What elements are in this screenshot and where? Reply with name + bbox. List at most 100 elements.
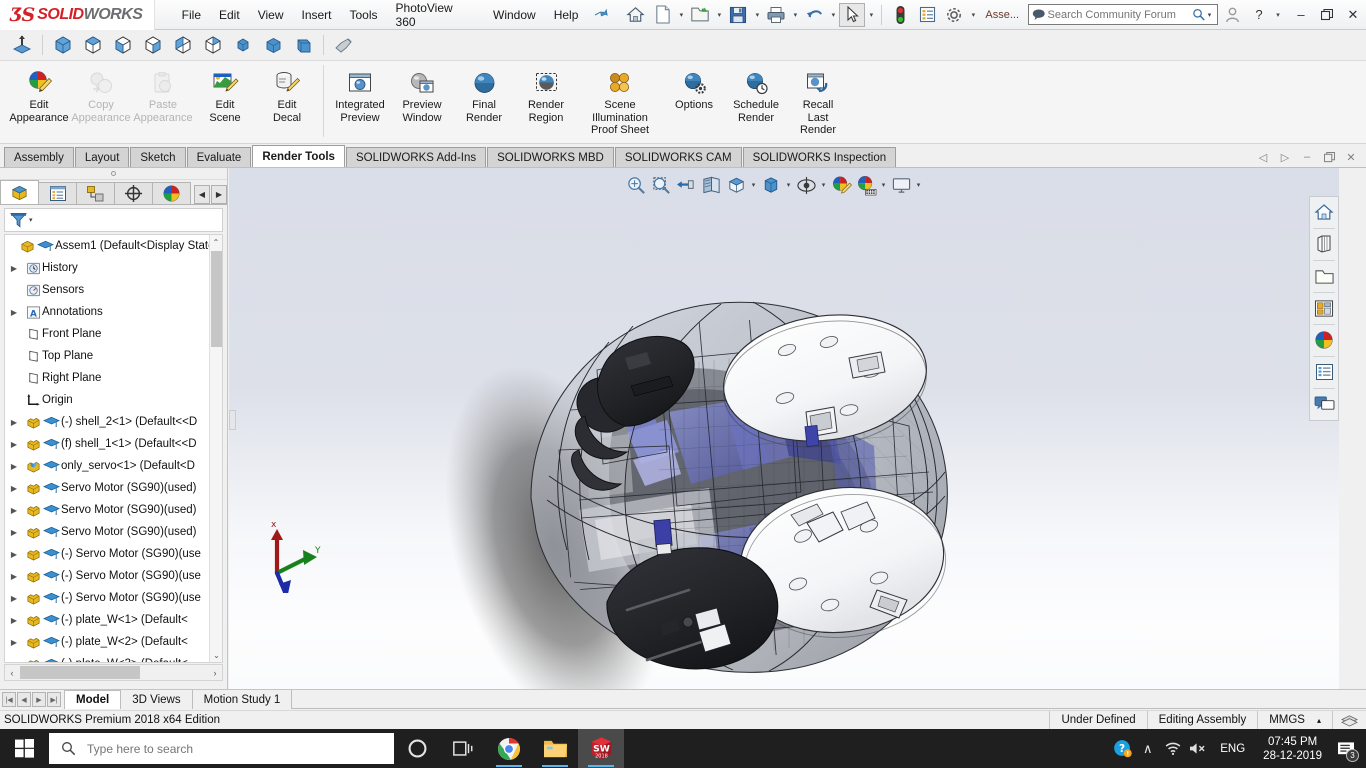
tree-vertical-scrollbar[interactable]: ⌃ ⌄ (209, 235, 222, 662)
feature-tree[interactable]: Assem1 (Default<Display State ▶ History Sen… (4, 234, 223, 663)
menu-help[interactable]: Help (545, 4, 588, 26)
windows-start-icon[interactable] (0, 729, 48, 768)
wireframe-view-4-icon[interactable] (169, 32, 197, 58)
expand-arrow-icon[interactable]: ▶ (7, 572, 21, 581)
tab-layout[interactable]: Layout (74, 147, 130, 167)
menu-window[interactable]: Window (484, 4, 545, 26)
chrome-icon[interactable] (486, 729, 532, 768)
tab-render-tools[interactable]: Render Tools (252, 145, 345, 167)
print-caret-icon[interactable]: ▾ (790, 11, 800, 19)
open-caret-icon[interactable]: ▾ (714, 11, 724, 19)
doc-restore-icon[interactable] (1318, 147, 1340, 167)
view-home-icon[interactable] (1311, 199, 1337, 225)
display-style-caret-icon[interactable]: ▾ (784, 181, 793, 189)
view-settings-caret-icon[interactable]: ▾ (914, 181, 923, 189)
tree-scroll-down-icon[interactable]: ⌄ (210, 648, 222, 662)
graphics-viewport[interactable]: ▾ ▾ ▾ ▾ ▾ x Y z (229, 168, 1339, 689)
hide-show-caret-icon[interactable]: ▾ (819, 181, 828, 189)
tree-node[interactable]: Top Plane (5, 345, 222, 367)
recall-last-render-button[interactable]: Recall Last Render (787, 65, 849, 137)
expand-arrow-icon[interactable]: ▶ (7, 462, 21, 471)
display-manager-tab[interactable] (152, 182, 191, 204)
appearance-sphere-icon[interactable] (1311, 327, 1337, 353)
user-account-icon[interactable] (1219, 3, 1245, 27)
tab-3d-views[interactable]: 3D Views (121, 690, 193, 709)
units-selector[interactable]: MMGS ▴ (1257, 710, 1332, 730)
edit-appearance-icon[interactable] (829, 173, 853, 197)
feature-manager-tab[interactable] (0, 180, 39, 204)
units-caret-icon[interactable]: ▴ (1317, 716, 1321, 725)
tree-node[interactable]: ▶ A Annotations (5, 301, 222, 323)
tree-scroll-up-icon[interactable]: ⌃ (210, 235, 222, 249)
apply-scene-caret-icon[interactable]: ▾ (879, 181, 888, 189)
tree-node[interactable]: ▶ (-) shell_2<1> (Default<<D (5, 411, 222, 433)
cortana-icon[interactable] (394, 729, 440, 768)
tree-node[interactable]: ▶ Servo Motor (SG90)(used) (5, 477, 222, 499)
minimize-button[interactable]: – (1288, 2, 1314, 28)
tree-hscroll-right-icon[interactable]: › (208, 668, 222, 678)
expand-arrow-icon[interactable]: ▶ (7, 638, 21, 647)
expand-arrow-icon[interactable]: ▶ (7, 484, 21, 493)
chevron-up-icon[interactable]: ∧ (1135, 729, 1160, 768)
menu-file[interactable]: File (173, 4, 210, 26)
search-caret-icon[interactable]: ▾ (1205, 11, 1214, 19)
wireframe-view-2-icon[interactable] (109, 32, 137, 58)
tree-node[interactable]: ▶ (-) Servo Motor (SG90)(use (5, 543, 222, 565)
tab-evaluate[interactable]: Evaluate (186, 147, 252, 167)
tree-node[interactable]: Assem1 (Default<Display State (5, 235, 222, 257)
previous-view-icon[interactable] (674, 173, 698, 197)
configuration-manager-tab[interactable] (76, 182, 115, 204)
final-render-button[interactable]: Final Render (453, 65, 515, 124)
taskbar-search-input[interactable] (85, 740, 394, 757)
panel-drag-handle[interactable] (0, 168, 227, 180)
expand-arrow-icon[interactable]: ▶ (7, 660, 21, 663)
help-button[interactable]: ? (1246, 2, 1272, 28)
menu-photoview-360[interactable]: PhotoView 360 (387, 0, 484, 33)
expand-arrow-icon[interactable]: ▶ (7, 616, 21, 625)
taskbar-search-box[interactable] (49, 733, 394, 764)
tree-horizontal-scrollbar[interactable]: ‹ › (4, 664, 223, 681)
gear-icon[interactable] (941, 3, 967, 27)
tree-node[interactable]: ▶ (-) Servo Motor (SG90)(use (5, 587, 222, 609)
custom-properties-icon[interactable] (1311, 359, 1337, 385)
pushpin-icon[interactable] (592, 4, 612, 25)
wireframe-view-3-icon[interactable] (139, 32, 167, 58)
rebuild-icon[interactable] (887, 3, 913, 27)
tab-assembly[interactable]: Assembly (4, 147, 74, 167)
expand-arrow-icon[interactable]: ▶ (7, 506, 21, 515)
zoom-to-fit-icon[interactable] (624, 173, 648, 197)
open-folder-icon[interactable] (1311, 263, 1337, 289)
select-caret-icon[interactable]: ▾ (866, 11, 876, 19)
menu-view[interactable]: View (249, 4, 293, 26)
view-orientation-caret-icon[interactable]: ▾ (749, 181, 758, 189)
tab-next-icon[interactable]: ▶ (32, 692, 46, 707)
restore-button[interactable] (1314, 2, 1340, 28)
language-indicator[interactable]: ENG (1210, 743, 1255, 755)
expand-arrow-icon[interactable]: ▶ (7, 418, 21, 427)
layers-icon[interactable] (1332, 710, 1366, 730)
schedule-render-button[interactable]: Schedule Render (725, 65, 787, 124)
tab-sketch[interactable]: Sketch (130, 147, 186, 167)
tab-motion-study-1[interactable]: Motion Study 1 (193, 690, 293, 709)
section-view-icon[interactable] (699, 173, 723, 197)
tree-node[interactable]: Front Plane (5, 323, 222, 345)
tree-filter-bar[interactable]: ▾ (4, 208, 223, 232)
undo-icon[interactable] (801, 3, 827, 27)
render-region-button[interactable]: Render Region (515, 65, 577, 124)
tree-node[interactable]: ▶ (-) Servo Motor (SG90)(use (5, 565, 222, 587)
tree-node[interactable]: ▶ (f) shell_1<1> (Default<<D (5, 433, 222, 455)
filter-caret-icon[interactable]: ▾ (29, 216, 33, 224)
expand-arrow-icon[interactable]: ▶ (7, 528, 21, 537)
3d-model-assembly[interactable] (229, 168, 1339, 689)
expand-arrow-icon[interactable]: ▶ (7, 550, 21, 559)
zoom-to-area-icon[interactable] (649, 173, 673, 197)
integrated-preview-button[interactable]: Integrated Preview (329, 65, 391, 124)
doc-minimize-icon[interactable]: – (1296, 147, 1318, 167)
expand-arrow-icon[interactable]: ▶ (7, 440, 21, 449)
restore-down-right-icon[interactable]: ▷ (1274, 147, 1296, 167)
tab-solidworks-inspection[interactable]: SOLIDWORKS Inspection (742, 147, 897, 167)
tree-node[interactable]: ▶ (-) plate_W<1> (Default< (5, 609, 222, 631)
expand-arrow-icon[interactable]: ▶ (7, 594, 21, 603)
new-document-icon[interactable] (649, 3, 675, 27)
dimxpert-manager-tab[interactable] (114, 182, 153, 204)
